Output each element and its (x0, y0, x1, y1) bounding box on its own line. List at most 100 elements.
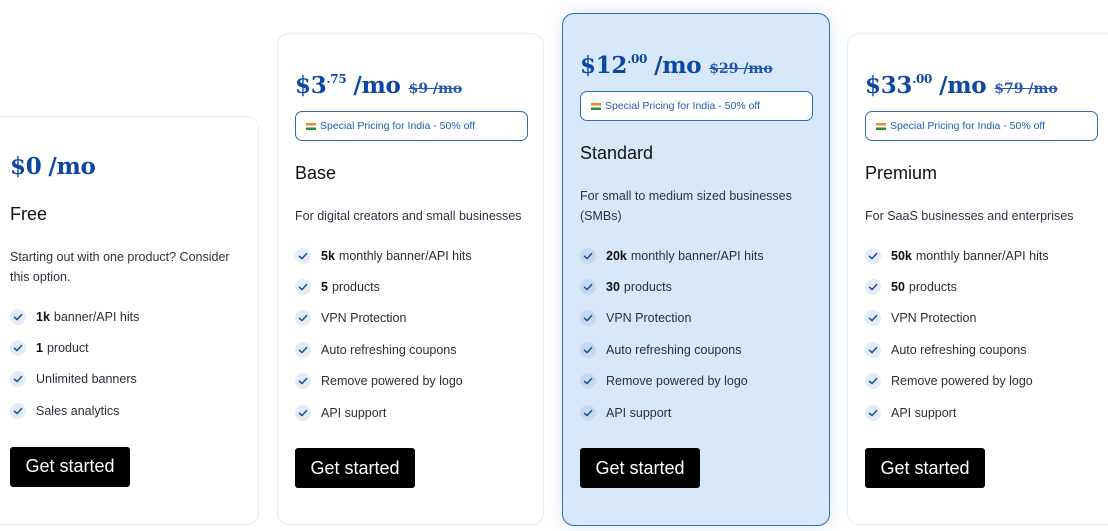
price-period: /mo (48, 153, 96, 180)
promo-badge: Special Pricing for India - 50% off (295, 111, 528, 141)
check-icon (10, 371, 26, 388)
check-icon (10, 340, 26, 357)
feature-bold: 5 (321, 280, 328, 295)
feature-list: 1k banner/API hits 1 product Unlimited ban… (10, 301, 242, 427)
get-started-button[interactable]: Get started (10, 446, 130, 487)
plan-description: For small to medium sized businesses (SM… (580, 189, 792, 223)
price-row: $33.00/mo $79 /mo (865, 72, 1108, 99)
check-icon (865, 341, 881, 358)
price-main: $33 (865, 72, 913, 99)
get-started-button[interactable]: Get started (580, 448, 700, 489)
promo-text: Special Pricing for India - 50% off (890, 120, 1046, 132)
feature-text: VPN Protection (321, 311, 407, 326)
check-icon (580, 279, 596, 296)
price-cents: .00 (912, 72, 933, 86)
feature-text: monthly banner/API hits (915, 248, 1049, 263)
feature-list: 50k monthly banner/API hits 50 products VP… (865, 240, 1108, 428)
feature-item: API support (580, 397, 813, 428)
price-cents: .00 (627, 52, 648, 66)
check-icon (580, 310, 596, 327)
plan-name: Base (295, 163, 337, 183)
price-row: $3.75/mo $9 /mo (295, 72, 527, 99)
feature-item: Auto refreshing coupons (295, 334, 527, 365)
check-icon (10, 402, 26, 419)
feature-bold: 5k (321, 248, 335, 263)
price-period: /mo (654, 52, 702, 79)
feature-text: Auto refreshing coupons (321, 342, 457, 357)
feature-text: monthly banner/API hits (338, 248, 472, 263)
original-price: $29 /mo (709, 61, 773, 77)
original-price: $9 /mo (408, 81, 463, 97)
check-icon (865, 279, 881, 296)
plan-description: For SaaS businesses and enterprises (865, 209, 1074, 223)
get-started-button[interactable]: Get started (865, 448, 985, 489)
feature-text: products (623, 280, 672, 295)
check-icon (10, 308, 26, 325)
plan-card-premium: $33.00/mo $79 /mo Special Pricing for In… (847, 33, 1108, 525)
check-icon (865, 310, 881, 327)
check-icon (295, 404, 311, 421)
feature-item: 30 products (580, 271, 813, 302)
india-flag-icon (876, 122, 886, 130)
check-icon (580, 341, 596, 358)
feature-item: Sales analytics (10, 395, 242, 426)
promo-text: Special Pricing for India - 50% off (605, 100, 761, 112)
feature-bold: 20k (606, 248, 627, 263)
plan-name: Standard (580, 143, 654, 163)
feature-item: 50 products (865, 271, 1108, 302)
feature-item: 1k banner/API hits (10, 301, 242, 332)
check-icon (295, 279, 311, 296)
feature-text: product (46, 341, 89, 356)
feature-item: 5k monthly banner/API hits (295, 240, 527, 271)
feature-item: 1 product (10, 332, 242, 363)
feature-item: API support (295, 397, 527, 428)
plan-name: Premium (865, 163, 938, 183)
feature-bold: 50k (891, 248, 912, 263)
feature-text: Sales analytics (36, 403, 120, 418)
feature-text: VPN Protection (891, 311, 977, 326)
check-icon (580, 404, 596, 421)
feature-text: Unlimited banners (36, 372, 137, 387)
plan-name: Free (10, 204, 48, 224)
feature-item: VPN Protection (580, 303, 813, 334)
feature-text: products (908, 280, 957, 295)
plan-card-free: $0/mo Free Starting out with one product… (0, 116, 259, 525)
india-flag-icon (591, 102, 601, 110)
price-row: $0/mo (10, 153, 242, 180)
feature-text: Remove powered by logo (891, 374, 1033, 389)
feature-text: Remove powered by logo (321, 374, 463, 389)
price-period: /mo (353, 72, 401, 99)
price-main: $12 (580, 52, 628, 79)
price-cents: .75 (326, 72, 347, 86)
feature-text: API support (606, 405, 672, 420)
price-row: $12.00/mo $29 /mo (580, 52, 813, 79)
feature-bold: 1 (36, 341, 43, 356)
feature-item: Remove powered by logo (295, 366, 527, 397)
check-icon (865, 373, 881, 390)
check-icon (865, 247, 881, 264)
check-icon (580, 373, 596, 390)
feature-item: Unlimited banners (10, 364, 242, 395)
feature-text: banner/API hits (53, 309, 140, 324)
promo-badge: Special Pricing for India - 50% off (580, 91, 813, 121)
feature-bold: 50 (891, 280, 905, 295)
feature-item: Remove powered by logo (865, 366, 1108, 397)
check-icon (295, 373, 311, 390)
plan-description: Starting out with one product? Consider … (10, 250, 230, 284)
price: $3.75/mo (295, 72, 401, 99)
price: $0/mo (10, 153, 96, 180)
check-icon (295, 341, 311, 358)
feature-item: Auto refreshing coupons (580, 334, 813, 365)
feature-item: 5 products (295, 271, 527, 302)
feature-item: 50k monthly banner/API hits (865, 240, 1108, 271)
feature-bold: 30 (606, 280, 620, 295)
promo-text: Special Pricing for India - 50% off (320, 120, 476, 132)
india-flag-icon (306, 122, 316, 130)
get-started-button[interactable]: Get started (295, 448, 415, 489)
feature-text: Auto refreshing coupons (891, 342, 1027, 357)
promo-badge: Special Pricing for India - 50% off (865, 111, 1098, 141)
feature-list: 20k monthly banner/API hits 30 products VP… (580, 240, 813, 428)
feature-item: VPN Protection (865, 303, 1108, 334)
pricing-section: $0/mo Free Starting out with one product… (0, 0, 1108, 531)
check-icon (580, 247, 596, 264)
